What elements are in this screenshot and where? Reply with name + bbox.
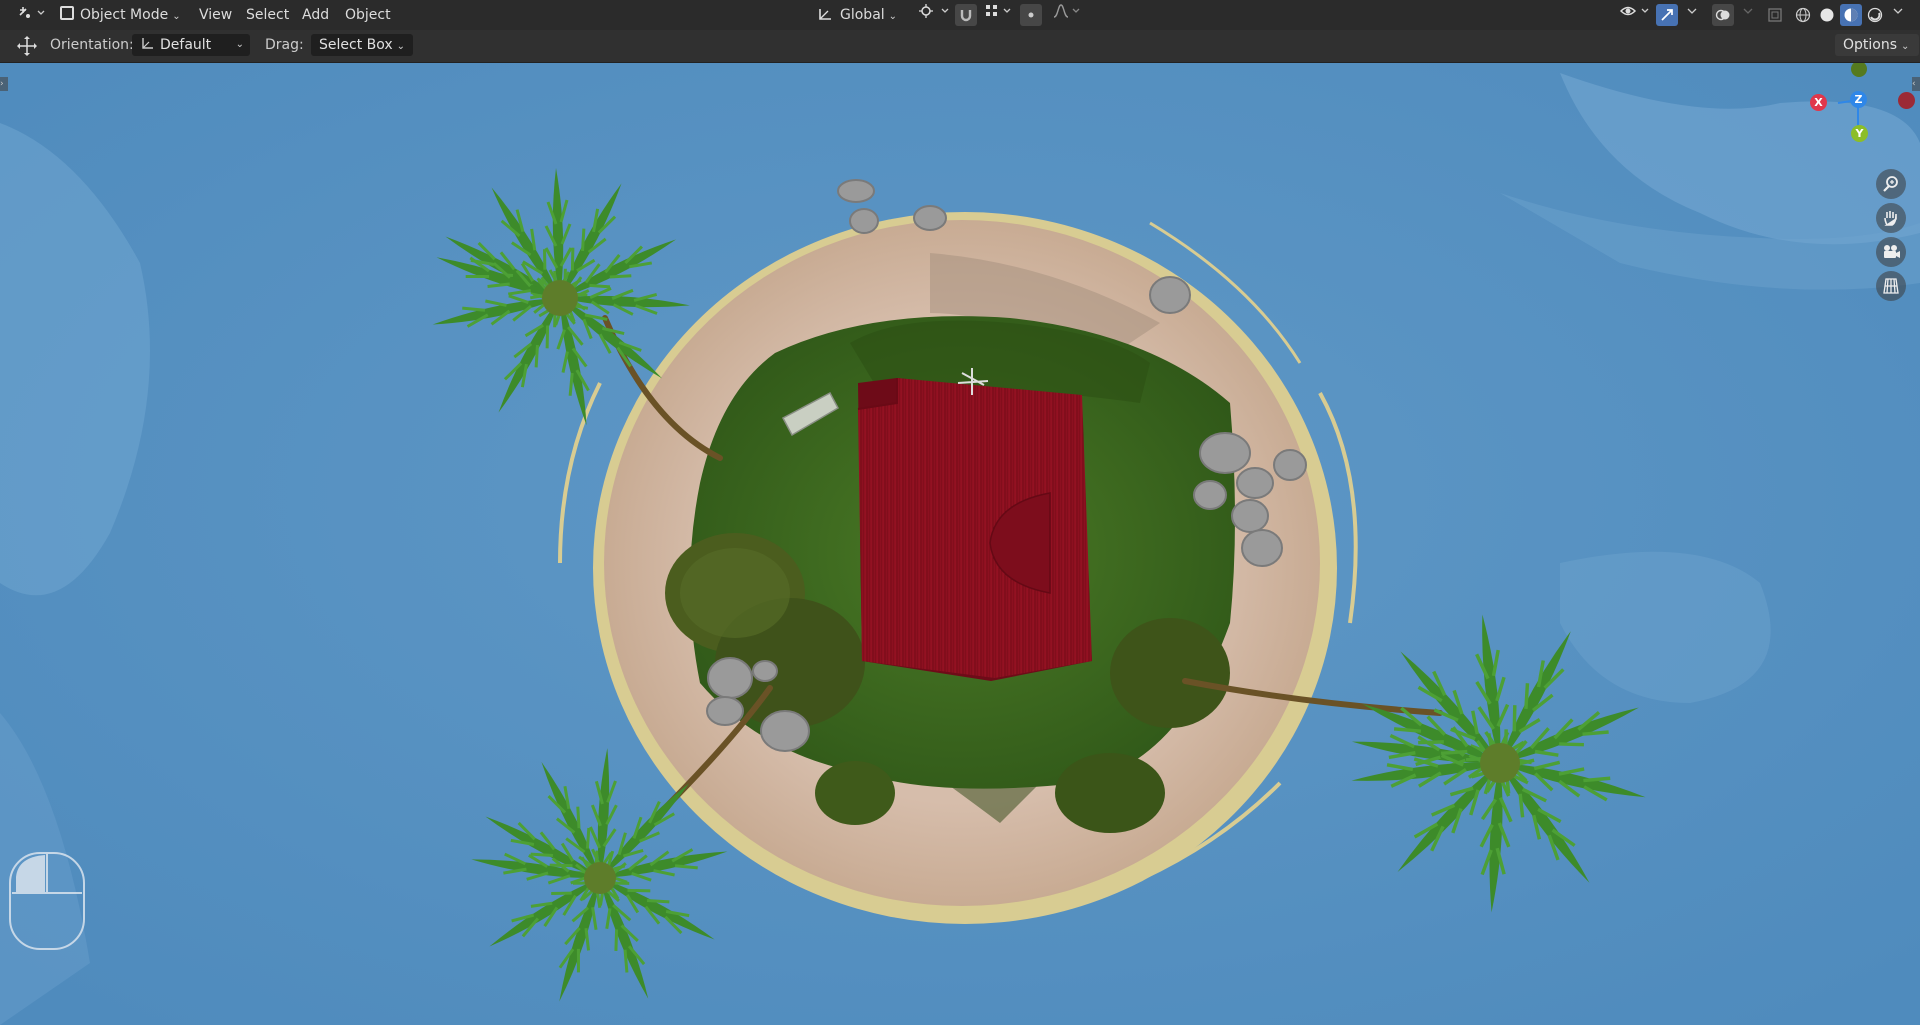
- menu-add[interactable]: Add: [296, 3, 335, 27]
- wireframe-shading-button[interactable]: [1792, 4, 1814, 26]
- gizmo-toggle[interactable]: [1656, 4, 1678, 26]
- gizmo-z-axis[interactable]: Z: [1850, 91, 1867, 108]
- solid-sphere-icon: [1820, 8, 1834, 22]
- solid-shading-button[interactable]: [1816, 4, 1838, 26]
- pivot-point-icon: [919, 4, 949, 18]
- 3d-viewport[interactable]: X Z Y › ‹: [0, 63, 1920, 1025]
- toolbar-expand-arrow[interactable]: ›: [0, 77, 8, 91]
- gizmo-neg-x-dot[interactable]: [1898, 92, 1915, 109]
- mode-label: Object Mode: [80, 7, 169, 23]
- orientation-label: Global: [840, 7, 885, 23]
- gizmo-axes-lines: [1837, 99, 1859, 130]
- xray-icon: [1768, 8, 1782, 22]
- pivot-point-dropdown[interactable]: [912, 3, 960, 27]
- wireframe-sphere-icon: [1795, 7, 1811, 23]
- material-preview-button[interactable]: [1840, 4, 1862, 26]
- material-sphere-icon: [1844, 8, 1858, 22]
- options-dropdown[interactable]: Options ⌄: [1835, 34, 1919, 56]
- house-roof: [858, 378, 1092, 678]
- falloff-curve-icon: [1053, 4, 1080, 18]
- rendered-sphere-icon: [1867, 7, 1883, 23]
- options-label: Options: [1843, 37, 1898, 53]
- drag-value: Select Box: [319, 37, 393, 53]
- overlays-dropdown[interactable]: [1736, 3, 1762, 27]
- falloff-dropdown[interactable]: [1046, 3, 1088, 27]
- mode-dropdown[interactable]: Object Mode ⌄: [54, 3, 187, 27]
- transform-orientation-dropdown[interactable]: Global ⌄: [812, 3, 903, 27]
- drag-field-label: Drag:: [265, 37, 304, 53]
- editor-type-icon: [19, 7, 45, 18]
- move-arrows-icon: [17, 36, 37, 56]
- rendered-shading-button[interactable]: [1864, 4, 1886, 26]
- menu-view[interactable]: View: [193, 3, 238, 27]
- menu-object[interactable]: Object: [339, 3, 397, 27]
- eye-icon: [1619, 6, 1649, 16]
- editor-type-button[interactable]: [10, 3, 52, 27]
- menu-select[interactable]: Select: [240, 3, 295, 27]
- chevron-down-icon: ⌄: [888, 11, 898, 22]
- gizmo-icon: [1661, 9, 1673, 21]
- orientation-axes-icon: [142, 38, 153, 49]
- grid-ortho-icon: [1883, 278, 1899, 294]
- camera-view-button[interactable]: [1876, 237, 1906, 267]
- ortho-toggle-button[interactable]: [1876, 271, 1906, 301]
- chevron-down-icon: [1893, 8, 1903, 14]
- proportional-edit-toggle[interactable]: [1020, 4, 1042, 26]
- orientation-value: Default: [160, 37, 212, 53]
- gizmo-y-axis[interactable]: Y: [1851, 125, 1868, 142]
- editor-header: Object Mode ⌄ View Select Add Object Glob…: [0, 0, 1920, 30]
- drag-dropdown[interactable]: Select Box ⌄: [311, 34, 413, 56]
- tool-settings-header: Orientation: Default ⌄ Drag: Select Box ⌄ …: [0, 30, 1920, 63]
- overlays-icon: [1715, 9, 1730, 21]
- scene-render: [0, 63, 1920, 1025]
- active-tool-button[interactable]: [16, 35, 38, 57]
- orientation-dropdown[interactable]: Default ⌄: [132, 34, 250, 56]
- gizmo-dropdown[interactable]: [1680, 3, 1706, 27]
- snap-target-dropdown[interactable]: [978, 3, 1020, 27]
- chevron-down-icon: ⌄: [172, 11, 181, 22]
- pan-hand-icon: [1884, 211, 1897, 226]
- zoom-icon: [1883, 176, 1898, 192]
- chevron-down-icon: ⌄: [1901, 41, 1910, 52]
- overlays-toggle[interactable]: [1712, 4, 1734, 26]
- proportional-edit-icon: [1028, 12, 1034, 18]
- navigation-gizmo[interactable]: X Z Y: [1810, 63, 1920, 173]
- chevron-down-icon: [1687, 8, 1697, 14]
- orientation-field-label: Orientation:: [50, 37, 134, 53]
- snap-grid-icon: [986, 5, 1011, 16]
- xray-toggle[interactable]: [1764, 4, 1786, 26]
- chevron-down-icon: [1743, 8, 1753, 14]
- camera-icon: [1884, 245, 1900, 258]
- magnet-icon: [960, 10, 972, 22]
- chevron-down-icon: ⌄: [396, 41, 406, 52]
- pan-button[interactable]: [1876, 203, 1906, 233]
- sidebar-expand-arrow[interactable]: ‹: [1912, 77, 1920, 91]
- shading-dropdown[interactable]: [1886, 3, 1912, 27]
- snap-toggle[interactable]: [955, 4, 977, 26]
- orientation-gizmo-icon: [819, 9, 831, 20]
- gizmo-x-axis[interactable]: X: [1810, 94, 1827, 111]
- zoom-button[interactable]: [1876, 169, 1906, 199]
- visibility-dropdown[interactable]: [1614, 3, 1660, 27]
- object-mode-icon: [60, 6, 74, 20]
- chevron-down-icon: ⌄: [235, 39, 244, 50]
